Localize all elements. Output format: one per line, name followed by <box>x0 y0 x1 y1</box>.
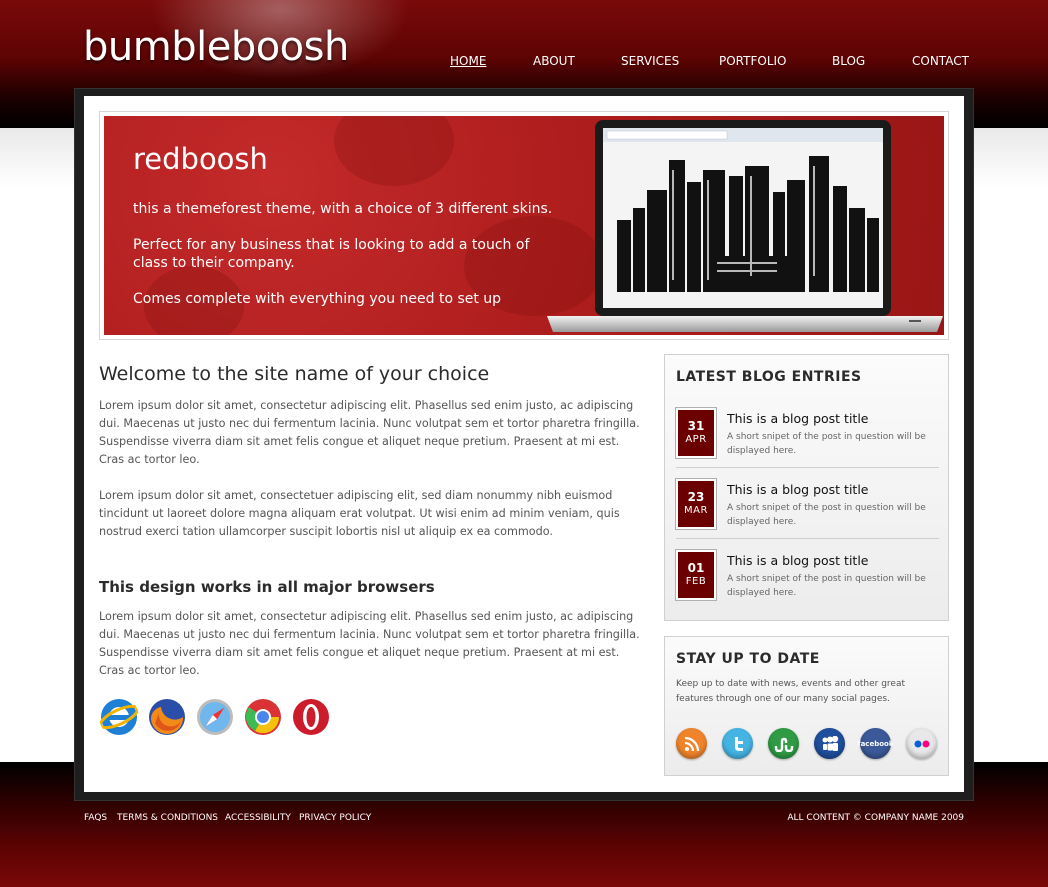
blog-post-title[interactable]: This is a blog post title <box>727 553 868 568</box>
browsers-heading: This design works in all major browsers <box>99 578 435 596</box>
stay-box-title: STAY UP TO DATE <box>676 651 820 667</box>
blog-entry[interactable]: 23 MAR This is a blog post title A short… <box>675 478 939 541</box>
date-day: 01 <box>687 561 705 575</box>
firefox-icon <box>149 699 185 735</box>
safari-icon <box>197 699 233 735</box>
blog-entry[interactable]: 01 FEB This is a blog post title A short… <box>675 549 939 612</box>
hero-banner: redboosh this a themeforest theme, with … <box>104 116 944 335</box>
opera-icon <box>293 699 329 735</box>
nav-about[interactable]: ABOUT <box>533 54 575 68</box>
date-day: 23 <box>687 490 705 504</box>
rss-icon[interactable] <box>676 728 707 759</box>
footer-link-privacy[interactable]: PRIVACY POLICY <box>299 813 371 823</box>
blog-entry[interactable]: 31 APR This is a blog post title A short… <box>675 407 939 470</box>
welcome-heading: Welcome to the site name of your choice <box>99 363 490 385</box>
date-badge: 01 FEB <box>675 549 717 601</box>
latest-blog-box: LATEST BLOG ENTRIES 31 APR This is a blo… <box>664 354 949 621</box>
stumbleupon-icon[interactable] <box>768 728 799 759</box>
stay-up-to-date-box: STAY UP TO DATE Keep up to date with new… <box>664 636 949 776</box>
welcome-paragraph-1: Lorem ipsum dolor sit amet, consectetur … <box>99 399 640 466</box>
footer-link-accessibility[interactable]: ACCESSIBILITY <box>225 813 291 823</box>
chrome-icon <box>245 699 281 735</box>
laptop-image <box>547 120 943 332</box>
blog-post-title[interactable]: This is a blog post title <box>727 482 868 497</box>
footer-link-terms[interactable]: TERMS & CONDITIONS <box>117 813 218 823</box>
nav-portfolio[interactable]: PORTFOLIO <box>719 54 787 68</box>
banner-texture <box>334 116 454 186</box>
blog-post-snippet: A short snipet of the post in question w… <box>727 574 926 598</box>
twitter-icon[interactable] <box>722 728 753 759</box>
date-month: MAR <box>684 505 708 516</box>
blog-separator <box>676 538 939 539</box>
internet-explorer-icon <box>99 699 139 735</box>
footer-link-faqs[interactable]: FAQS <box>84 813 107 823</box>
myspace-icon[interactable] <box>814 728 845 759</box>
nav-contact[interactable]: CONTACT <box>912 54 969 68</box>
nav-services[interactable]: SERVICES <box>621 54 679 68</box>
date-badge: 23 MAR <box>675 478 717 530</box>
blog-post-title[interactable]: This is a blog post title <box>727 411 868 426</box>
welcome-paragraph-2: Lorem ipsum dolor sit amet, consectetuer… <box>99 489 620 538</box>
date-month: FEB <box>685 576 707 587</box>
nav-home[interactable]: HOME <box>450 54 486 68</box>
stay-description: Keep up to date with news, events and ot… <box>676 679 906 704</box>
facebook-icon[interactable]: facebook <box>858 728 893 759</box>
browsers-paragraph: Lorem ipsum dolor sit amet, consectetur … <box>99 610 640 677</box>
banner-text-2: Perfect for any business that is looking… <box>133 237 530 271</box>
main-nav: HOME ABOUT SERVICES PORTFOLIO BLOG CONTA… <box>0 54 1048 74</box>
blog-separator <box>676 467 939 468</box>
nav-blog[interactable]: BLOG <box>832 54 865 68</box>
blog-post-snippet: A short snipet of the post in question w… <box>727 432 926 456</box>
date-day: 31 <box>687 419 705 433</box>
date-badge: 31 APR <box>675 407 717 459</box>
date-month: APR <box>685 434 707 445</box>
flickr-icon[interactable] <box>906 728 937 759</box>
banner-text-3: Comes complete with everything you need … <box>133 291 502 307</box>
banner-title: redboosh <box>133 142 268 176</box>
banner-text-1: this a themeforest theme, with a choice … <box>133 201 553 217</box>
blog-box-title: LATEST BLOG ENTRIES <box>676 369 862 385</box>
copyright-text: ALL CONTENT © COMPANY NAME 2009 <box>787 813 964 823</box>
blog-post-snippet: A short snipet of the post in question w… <box>727 503 926 527</box>
